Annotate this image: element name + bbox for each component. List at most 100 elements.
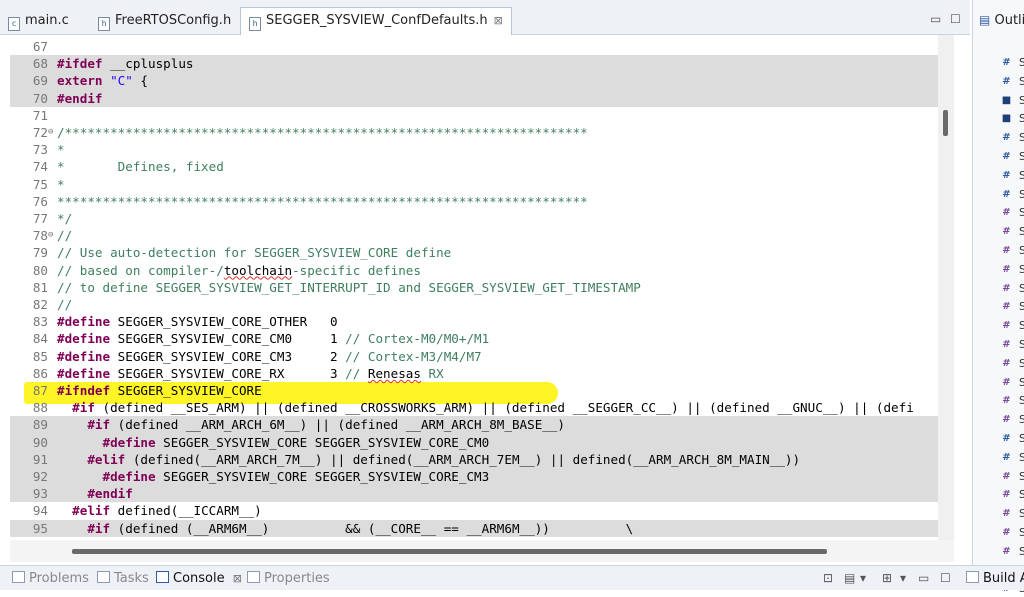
maximize-icon[interactable]: ☐ — [940, 571, 951, 585]
minimize-icon[interactable]: ▭ — [930, 12, 941, 26]
horizontal-scroll-thumb[interactable] — [72, 549, 827, 554]
outline-item[interactable]: #S — [1001, 56, 1024, 71]
outline-item[interactable]: #S — [1001, 169, 1024, 184]
tab-label: Console — [173, 571, 225, 586]
maximize-icon[interactable]: ☐ — [950, 12, 961, 26]
comment-token: // Use auto-detection for SEGGER_SYSVIEW… — [57, 245, 452, 261]
tab-main-c[interactable]: c main.c — [8, 8, 69, 34]
view-menu-icon[interactable]: ▾ — [900, 571, 906, 585]
pin-console-icon[interactable]: ⊡ — [823, 571, 833, 585]
outline-item[interactable]: #S — [1001, 526, 1024, 541]
vertical-scroll-thumb[interactable] — [943, 110, 948, 136]
code-line[interactable]: 92 #define SEGGER_SYSVIEW_CORE SEGGER_SY… — [10, 468, 938, 486]
outline-item[interactable]: #S — [1001, 263, 1024, 278]
outline-item[interactable]: #S — [1001, 319, 1024, 334]
code-line[interactable]: 75 * — [10, 176, 938, 193]
code-line[interactable]: 73 * — [10, 141, 938, 158]
outline-item[interactable]: #S — [1001, 357, 1024, 372]
fold-toggle-icon[interactable]: ⊖ — [48, 227, 56, 244]
close-tab-icon[interactable]: ⊠ — [494, 14, 503, 27]
code-line[interactable]: 87 #ifndef SEGGER_SYSVIEW_CORE — [10, 382, 938, 399]
code-line[interactable]: 89 #if (defined __ARM_ARCH_6M__) || (def… — [10, 416, 938, 434]
code-line[interactable]: 72 ⊖/************************************… — [10, 124, 938, 141]
code-line[interactable]: 69 extern "C" { — [10, 72, 938, 90]
keyword-token: #endif — [87, 486, 133, 502]
code-text: extern "C" { — [57, 72, 148, 89]
code-token: SEGGER_SYSVIEW_CORE SEGGER_SYSVIEW_CORE_… — [155, 434, 490, 450]
outline-item[interactable]: #S — [1001, 282, 1024, 297]
horizontal-scrollbar[interactable] — [10, 540, 954, 562]
code-line[interactable]: 95 #if (defined (__ARM6M__) && (__CORE__… — [10, 519, 938, 537]
outline-item[interactable]: #S — [1001, 131, 1024, 146]
chevron-down-icon[interactable]: ▾ — [860, 571, 866, 585]
code-line[interactable]: 86 #define SEGGER_SYSVIEW_CORE_RX 3 // Re… — [10, 365, 938, 382]
fold-toggle-icon[interactable]: ⊖ — [48, 124, 56, 141]
code-line[interactable]: 93 #endif — [10, 485, 938, 503]
outline-item-label: S — [1019, 244, 1024, 257]
tab-problems[interactable]: Problems — [12, 571, 89, 586]
code-line[interactable]: 76 **************************************… — [10, 193, 938, 210]
outline-item[interactable]: #S — [1001, 432, 1024, 447]
tab-console[interactable]: Console ⊠ — [156, 571, 242, 586]
code-line[interactable]: 94 #elif defined(__ICCARM__) — [10, 502, 938, 519]
code-line[interactable]: 70 #endif — [10, 89, 938, 107]
outline-item[interactable]: #S — [1001, 300, 1024, 315]
outline-item[interactable]: #S — [1001, 545, 1024, 560]
code-line[interactable]: 90 #define SEGGER_SYSVIEW_CORE SEGGER_SY… — [10, 433, 938, 451]
code-line[interactable]: 82 // — [10, 296, 938, 313]
vertical-scrollbar[interactable] — [938, 35, 954, 540]
outline-item[interactable]: ■ S — [1001, 112, 1024, 127]
outline-item[interactable]: #S — [1001, 188, 1024, 203]
code-line[interactable]: 85 #define SEGGER_SYSVIEW_CORE_CM3 2 // C… — [10, 348, 938, 365]
open-console-icon[interactable]: ⊞ — [882, 571, 892, 585]
outline-item-label: S — [1019, 150, 1024, 163]
line-number: 73 — [32, 142, 48, 158]
outline-item[interactable]: #S — [1001, 470, 1024, 485]
tab-build-analyzer[interactable]: Build A — [966, 571, 1024, 586]
outline-item[interactable]: #S — [1001, 244, 1024, 259]
keyword-token: #define — [102, 469, 156, 484]
close-tab-icon[interactable]: ⊠ — [233, 572, 242, 585]
display-console-icon[interactable]: ▤ — [844, 571, 855, 585]
outline-item[interactable]: #S — [1001, 75, 1024, 90]
outline-item[interactable]: #S — [1001, 376, 1024, 391]
outline-item[interactable]: #S — [1001, 225, 1024, 240]
minimize-icon[interactable]: ▭ — [918, 571, 929, 585]
code-text: #endif — [57, 90, 103, 107]
outline-item[interactable]: #S — [1001, 150, 1024, 165]
outline-item[interactable]: #S — [1001, 394, 1024, 409]
outline-item[interactable]: #S — [1001, 206, 1024, 221]
tab-segger-sysview-confdefaults-h[interactable]: h SEGGER_SYSVIEW_ConfDefaults.h ⊠ — [240, 7, 512, 36]
tab-properties[interactable]: Properties — [247, 571, 330, 586]
code-line[interactable]: 78 ⊖// — [10, 227, 938, 244]
outline-item[interactable]: #S — [1001, 338, 1024, 353]
tab-tasks[interactable]: Tasks — [97, 571, 149, 586]
code-line[interactable]: 67 — [10, 38, 938, 55]
undef-macro-icon: # — [1002, 245, 1011, 256]
code-text: #define SEGGER_SYSVIEW_CORE_OTHER 0 — [57, 313, 338, 330]
code-line[interactable]: 80 // based on compiler-/toolchain-specif… — [10, 262, 938, 279]
outline-item[interactable]: #S — [1001, 488, 1024, 503]
code-line[interactable]: 88 #if (defined __SES_ARM) || (defined _… — [10, 399, 938, 416]
code-line[interactable]: 77 */ — [10, 210, 938, 227]
outline-item[interactable]: ■ S — [1001, 94, 1024, 109]
code-line[interactable]: 84 #define SEGGER_SYSVIEW_CORE_CM0 1 // C… — [10, 330, 938, 347]
code-line[interactable]: 81 // to define SEGGER_SYSVIEW_GET_INTERR… — [10, 279, 938, 296]
code-editor[interactable]: 67 68 #ifdef __cplusplus 69 extern "C" {70 #e… — [10, 35, 938, 540]
undef-macro-icon: # — [1002, 320, 1011, 332]
outline-item-label: S — [1019, 206, 1024, 220]
code-line[interactable]: 68 #ifdef __cplusplus — [10, 55, 938, 73]
outline-item[interactable]: #S — [1001, 413, 1024, 428]
outline-tab[interactable]: ▤ Outli — [979, 13, 1024, 28]
code-line[interactable]: 91 #elif (defined(__ARM_ARCH_7M__) || de… — [10, 450, 938, 468]
code-line[interactable]: 74 * Defines, fixed — [10, 158, 938, 175]
outline-item[interactable]: #S — [1001, 507, 1024, 522]
code-line[interactable]: 71 — [10, 107, 938, 124]
code-line[interactable]: 83 #define SEGGER_SYSVIEW_CORE_OTHER 0 — [10, 313, 938, 330]
tab-freertosconfig-h[interactable]: h FreeRTOSConfig.h — [98, 8, 231, 34]
outline-item[interactable]: #S — [1001, 451, 1024, 466]
outline-item-label: S — [1019, 225, 1024, 239]
code-line[interactable]: 79 // Use auto-detection for SEGGER_SYSVI… — [10, 244, 938, 261]
comment-token: // — [345, 365, 368, 381]
line-number: 76 — [32, 193, 48, 209]
